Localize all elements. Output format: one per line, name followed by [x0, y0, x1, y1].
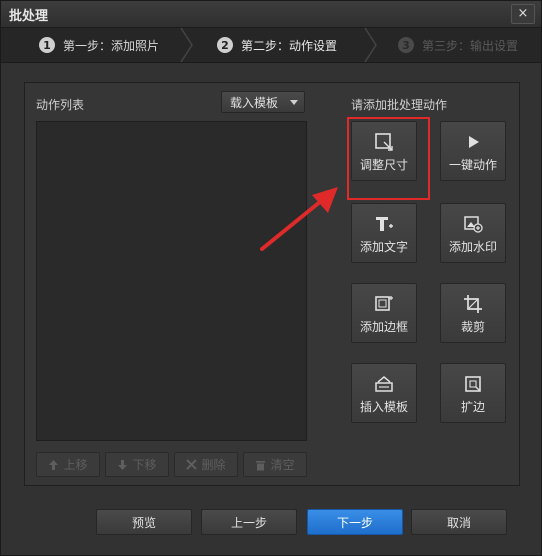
play-icon	[462, 132, 484, 152]
next-step-button[interactable]: 下一步	[307, 509, 403, 535]
action-list-title: 动作列表	[36, 98, 85, 112]
batch-dialog: 批处理 × 1 第一步：添加照片 2 第二步：动作设置 3 第三步：输出设置 动…	[0, 0, 542, 556]
action-list[interactable]	[36, 121, 307, 441]
delete-button[interactable]: 删除	[174, 452, 238, 477]
trash-icon	[256, 460, 266, 470]
step-3-number: 3	[398, 37, 414, 53]
preview-button[interactable]: 预览	[96, 509, 192, 535]
add-watermark-button[interactable]: 添加水印	[440, 203, 506, 263]
red-arrow-icon	[260, 187, 338, 251]
chevron-down-icon	[290, 100, 298, 105]
close-button[interactable]: ×	[511, 4, 535, 24]
close-icon	[186, 459, 198, 470]
step-3-label: 第三步：输出设置	[422, 38, 519, 53]
add-border-button[interactable]: 添加边框	[351, 283, 417, 343]
crop-label: 裁剪	[460, 320, 485, 334]
arrow-up-icon	[49, 459, 59, 470]
expand-border-label: 扩边	[460, 400, 485, 414]
step-separator-icon	[364, 28, 377, 62]
crop-icon	[462, 294, 484, 314]
insert-template-button[interactable]: 插入模板	[351, 363, 417, 423]
title-bar: 批处理 ×	[1, 1, 541, 28]
step-separator-icon	[180, 28, 193, 62]
text-icon	[373, 214, 395, 234]
delete-label: 删除	[201, 458, 226, 472]
move-up-label: 上移	[63, 458, 88, 472]
step-2-label: 第二步：动作设置	[241, 38, 338, 53]
add-action-title: 请添加批处理动作	[351, 98, 448, 112]
previous-step-button[interactable]: 上一步	[201, 509, 297, 535]
clear-button[interactable]: 清空	[243, 452, 307, 477]
expand-border-button[interactable]: 扩边	[440, 363, 506, 423]
clear-label: 清空	[270, 458, 295, 472]
move-down-label: 下移	[132, 458, 157, 472]
move-down-button[interactable]: 下移	[105, 452, 169, 477]
load-template-label: 载入模板	[230, 95, 279, 110]
one-click-action-button[interactable]: 一键动作	[440, 121, 506, 181]
step-1-label: 第一步：添加照片	[63, 38, 160, 53]
template-icon	[373, 374, 395, 394]
one-click-action-label: 一键动作	[448, 158, 497, 172]
step-1[interactable]: 1 第一步：添加照片	[39, 28, 159, 62]
step-2-number: 2	[217, 37, 233, 53]
add-watermark-label: 添加水印	[448, 240, 497, 254]
step-bar: 1 第一步：添加照片 2 第二步：动作设置 3 第三步：输出设置	[1, 28, 541, 63]
border-icon	[373, 294, 395, 314]
crop-button[interactable]: 裁剪	[440, 283, 506, 343]
step-2[interactable]: 2 第二步：动作设置	[217, 28, 337, 62]
load-template-dropdown[interactable]: 载入模板	[221, 91, 305, 113]
add-border-label: 添加边框	[359, 320, 408, 334]
watermark-icon	[462, 214, 484, 234]
insert-template-label: 插入模板	[359, 400, 408, 414]
step-3[interactable]: 3 第三步：输出设置	[398, 28, 518, 62]
window-title: 批处理	[9, 9, 49, 24]
add-text-button[interactable]: 添加文字	[351, 203, 417, 263]
move-up-button[interactable]: 上移	[36, 452, 100, 477]
add-text-label: 添加文字	[359, 240, 408, 254]
step-1-number: 1	[39, 37, 55, 53]
highlight-box	[347, 117, 430, 200]
arrow-down-icon	[118, 459, 128, 470]
expand-icon	[462, 374, 484, 394]
cancel-button[interactable]: 取消	[411, 509, 507, 535]
